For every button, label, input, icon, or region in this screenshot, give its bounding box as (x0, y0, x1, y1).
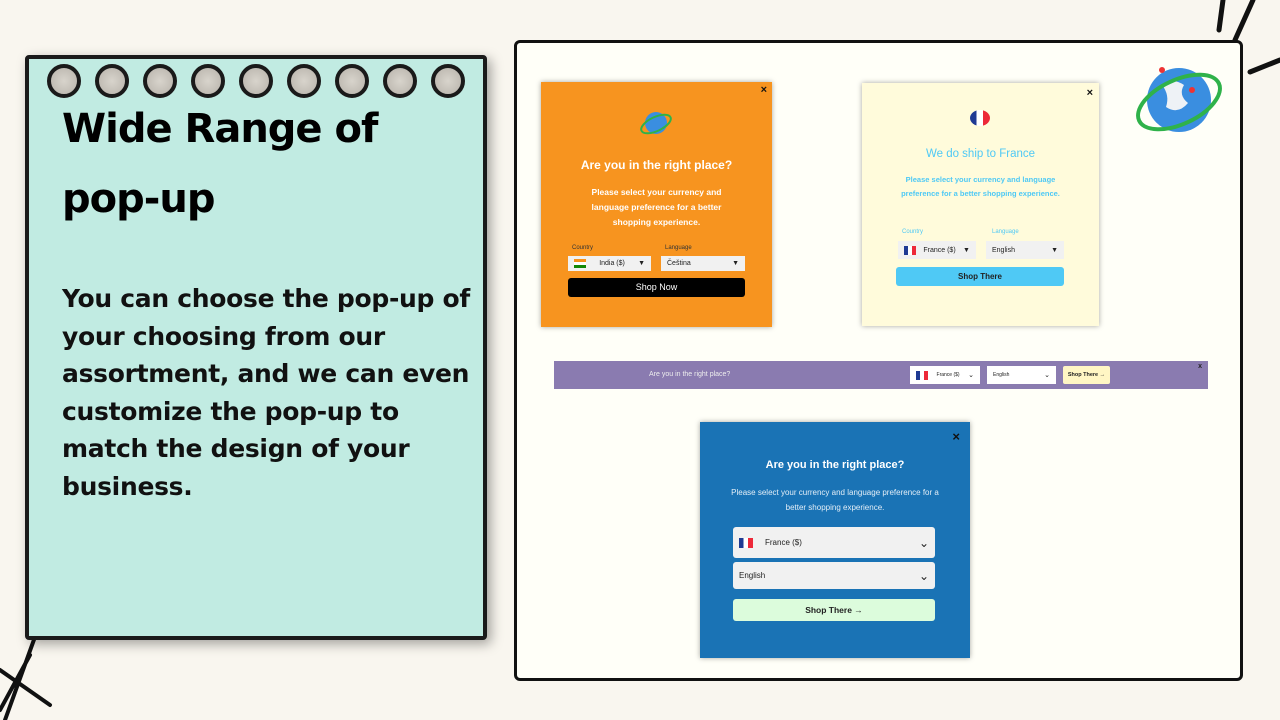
language-select[interactable]: English ⌄ (733, 562, 935, 589)
country-label: Country (902, 229, 924, 235)
ring-icon (383, 64, 417, 98)
language-value: English (992, 246, 1015, 254)
country-select[interactable]: India ($) ▼ (568, 256, 651, 271)
shop-now-button[interactable]: Shop Now (568, 278, 745, 297)
chevron-down-icon: ⌄ (1044, 372, 1050, 379)
popup-heading: We do ship to France (925, 148, 1036, 160)
caret-down-icon: ▼ (732, 260, 739, 267)
country-value: France ($) (923, 246, 956, 254)
caret-down-icon: ▼ (638, 260, 645, 267)
popup-text: Please select your currency and language… (731, 488, 939, 512)
chevron-down-icon: ⌄ (968, 372, 974, 379)
popup-cream: × We do ship to France Please select you… (862, 83, 1099, 326)
bar-popup-purple: Are you in the right place? France ($) ⌄ … (554, 361, 1208, 389)
popup-text: Please select your currency and language… (901, 175, 1060, 198)
france-flag-icon (739, 537, 753, 548)
shop-there-button[interactable]: Shop There → (1063, 366, 1110, 384)
popup-blue: × Are you in the right place? Please sel… (700, 422, 970, 658)
slide-body: You can choose the pop-up of your choosi… (62, 284, 470, 501)
close-button[interactable]: × (761, 84, 767, 96)
ring-icon (431, 64, 465, 98)
france-flag-icon (904, 245, 916, 255)
country-value: France ($) (765, 538, 802, 547)
chevron-down-icon: ⌄ (918, 568, 929, 583)
popup-orange: × Are you in the right place? Please sel… (541, 82, 772, 327)
country-value: France ($) (936, 372, 960, 378)
ring-icon (287, 64, 321, 98)
ring-icon (47, 64, 81, 98)
country-value: India ($) (599, 260, 625, 267)
language-label: Language (665, 245, 692, 251)
france-flag-icon (970, 110, 990, 126)
caret-down-icon: ▼ (963, 246, 970, 254)
language-select[interactable]: Čeština ▼ (661, 256, 745, 271)
globe-icon (1136, 67, 1222, 132)
country-select[interactable]: France ($) ▼ (898, 241, 976, 259)
ring-icon (335, 64, 369, 98)
popup-heading: Are you in the right place? (765, 459, 905, 471)
shop-there-button[interactable]: Shop There (896, 267, 1064, 286)
language-value: English (993, 372, 1010, 378)
close-button[interactable]: x (1198, 363, 1202, 370)
slide-title-2: pop-up (62, 176, 215, 222)
country-label: Country (572, 245, 594, 251)
bar-text: Are you in the right place? (649, 371, 731, 378)
language-value: Čeština (667, 260, 691, 267)
france-flag-icon (916, 370, 928, 380)
globe-icon (640, 112, 672, 135)
chevron-down-icon: ⌄ (918, 535, 929, 550)
popup-text: Please select your currency and language… (591, 187, 722, 227)
popup-heading: Are you in the right place? (580, 158, 733, 172)
caret-down-icon: ▼ (1051, 246, 1058, 254)
ring-icon (191, 64, 225, 98)
language-label: Language (992, 229, 1019, 235)
language-select[interactable]: English ⌄ (987, 366, 1056, 384)
shop-there-button[interactable]: Shop There → (733, 599, 935, 621)
india-flag-icon (574, 259, 586, 268)
close-button[interactable]: × (1087, 87, 1093, 99)
country-select[interactable]: France ($) ⌄ (910, 366, 980, 384)
language-value: English (739, 571, 766, 580)
ring-icon (143, 64, 177, 98)
close-button[interactable]: × (952, 429, 960, 444)
country-select[interactable]: France ($) ⌄ (733, 527, 935, 558)
language-select[interactable]: English ▼ (986, 241, 1064, 259)
slide-title: Wide Range of (62, 106, 378, 152)
ring-icon (239, 64, 273, 98)
ring-icon (95, 64, 129, 98)
